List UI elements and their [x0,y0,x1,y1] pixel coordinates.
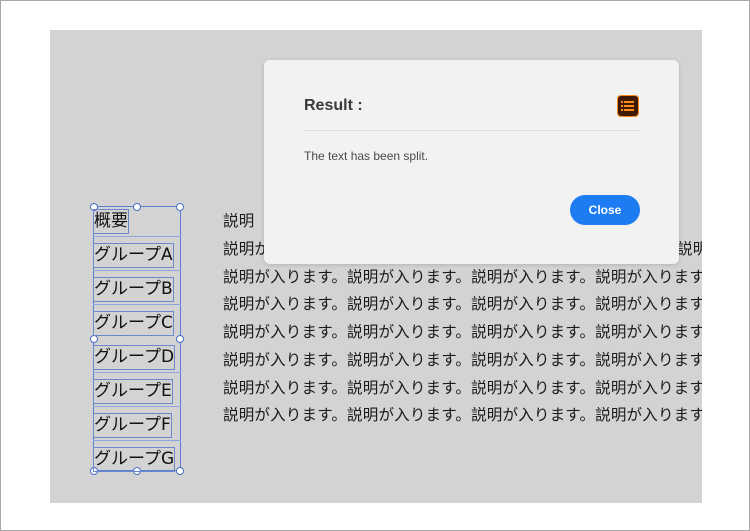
app-list-icon [617,95,639,117]
result-dialog: Result : The text has been split. Close [264,60,679,264]
description-line: 説明が入ります。説明が入ります。説明が入ります。説明が入ります。 [223,379,702,397]
description-line: 説明 [223,212,255,230]
label-group-e: グループE [93,379,173,404]
selection-handle[interactable] [90,335,98,343]
description-line: 説明が入ります。説明が入ります。説明が入ります。説明が入ります。 [223,323,702,341]
close-button[interactable]: Close [570,195,640,225]
label-group-f: グループF [93,413,172,438]
dialog-message: The text has been split. [304,149,429,163]
label-overview: 概要 [93,209,129,234]
label-group-g: グループG [92,447,176,472]
description-line: 説明が入ります。説明が入ります。説明が入ります。説明が入ります。 [223,406,702,424]
window-frame: 概要 グループA グループB グループC グループD グループE グループF グ… [0,0,750,531]
description-line-edge: 説明 [677,240,702,258]
description-line: 説明が入ります。説明が入ります。説明が入ります。説明が入ります。 [223,295,702,313]
frame-guide [93,270,181,271]
frame-guide [93,236,181,237]
frame-guide [93,440,181,441]
selection-handle[interactable] [133,203,141,211]
selection-handle[interactable] [176,467,184,475]
dialog-title: Result : [304,97,363,114]
frame-guide [93,372,181,373]
description-line: 説明が入ります。説明が入ります。説明が入ります。説明が入ります。 [223,351,702,369]
label-group-b: グループB [93,277,174,302]
label-group-d: グループD [92,345,176,370]
frame-guide [93,406,181,407]
description-line: 説明が入ります。説明が入ります。説明が入ります。説明が入ります。 [223,268,702,286]
frame-guide [93,304,181,305]
label-group-a: グループA [93,243,174,268]
selection-handle[interactable] [176,203,184,211]
selection-handle[interactable] [176,335,184,343]
label-group-c: グループC [93,311,174,336]
dialog-divider [304,130,639,131]
